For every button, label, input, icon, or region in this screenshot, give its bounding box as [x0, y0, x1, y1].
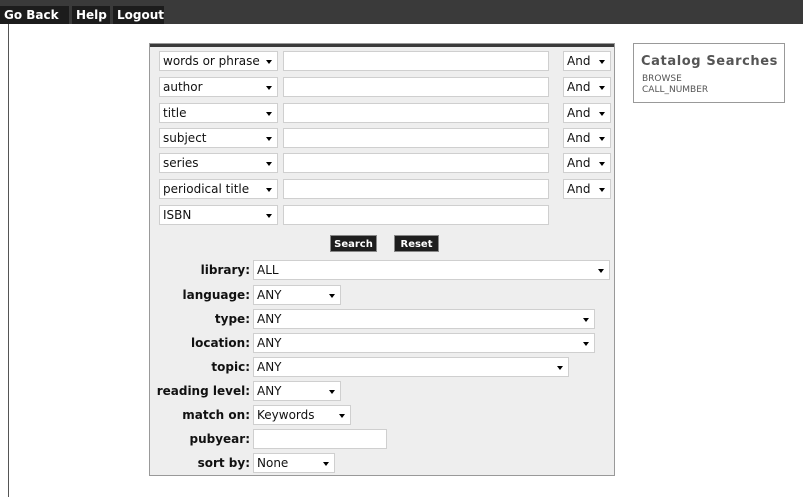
chevron-down-icon [266, 86, 272, 90]
browse-link[interactable]: BROWSE [642, 74, 682, 84]
search-field-value: series [163, 156, 199, 170]
search-form-panel: words or phrase And author And title And… [149, 43, 615, 476]
chevron-down-icon [599, 137, 605, 141]
reading-level-value: ANY [257, 384, 282, 398]
search-field-select-1[interactable]: words or phrase [159, 51, 278, 71]
logout-button[interactable]: Logout [113, 6, 164, 24]
boolean-operator-select-2[interactable]: And [563, 77, 611, 97]
chevron-down-icon [583, 342, 589, 346]
language-select[interactable]: ANY [253, 285, 341, 305]
library-select[interactable]: ALL [253, 260, 610, 280]
search-field-value: subject [163, 131, 207, 145]
help-button[interactable]: Help [72, 6, 110, 24]
match-on-label: match on: [182, 408, 250, 422]
search-field-select-7[interactable]: ISBN [159, 205, 278, 225]
top-nav-bar: Go Back Help Logout [0, 0, 803, 24]
chevron-down-icon [323, 462, 329, 466]
catalog-searches-box: Catalog Searches BROWSE CALL_NUMBER [633, 43, 785, 103]
search-term-input-3[interactable] [283, 103, 549, 123]
boolean-operator-select-3[interactable]: And [563, 103, 611, 123]
type-value: ANY [257, 312, 282, 326]
location-select[interactable]: ANY [253, 333, 595, 353]
topic-select[interactable]: ANY [253, 357, 569, 377]
chevron-down-icon [266, 112, 272, 116]
boolean-operator-value: And [567, 106, 591, 120]
search-field-value: ISBN [163, 208, 192, 222]
search-term-input-1[interactable] [283, 51, 549, 71]
catalog-searches-title: Catalog Searches [641, 54, 778, 69]
library-label: library: [200, 263, 250, 277]
chevron-down-icon [598, 269, 604, 273]
go-back-button[interactable]: Go Back [0, 6, 69, 24]
search-field-value: words or phrase [163, 54, 260, 68]
topic-label: topic: [211, 360, 250, 374]
reading-level-select[interactable]: ANY [253, 381, 341, 401]
pubyear-label: pubyear: [189, 432, 251, 446]
chevron-down-icon [329, 294, 335, 298]
chevron-down-icon [266, 137, 272, 141]
location-value: ANY [257, 336, 282, 350]
sort-by-label: sort by: [197, 456, 250, 470]
left-border-line [8, 24, 9, 497]
search-field-select-5[interactable]: series [159, 153, 278, 173]
search-field-select-6[interactable]: periodical title [159, 179, 278, 199]
match-on-select[interactable]: Keywords [253, 405, 351, 425]
search-field-select-3[interactable]: title [159, 103, 278, 123]
boolean-operator-select-1[interactable]: And [563, 51, 611, 71]
search-term-input-6[interactable] [283, 179, 549, 199]
chevron-down-icon [266, 188, 272, 192]
chevron-down-icon [599, 60, 605, 64]
search-field-value: title [163, 106, 187, 120]
boolean-operator-value: And [567, 54, 591, 68]
search-term-input-4[interactable] [283, 128, 549, 148]
call-number-link[interactable]: CALL_NUMBER [642, 85, 708, 95]
search-button[interactable]: Search [330, 235, 377, 252]
search-term-input-2[interactable] [283, 77, 549, 97]
chevron-down-icon [599, 162, 605, 166]
language-label: language: [182, 288, 250, 302]
chevron-down-icon [599, 112, 605, 116]
sort-by-select[interactable]: None [253, 453, 335, 473]
chevron-down-icon [557, 366, 563, 370]
boolean-operator-select-6[interactable]: And [563, 179, 611, 199]
library-value: ALL [257, 263, 279, 277]
chevron-down-icon [599, 188, 605, 192]
boolean-operator-value: And [567, 182, 591, 196]
boolean-operator-value: And [567, 80, 591, 94]
type-label: type: [214, 312, 250, 326]
search-field-value: periodical title [163, 182, 250, 196]
boolean-operator-select-4[interactable]: And [563, 128, 611, 148]
chevron-down-icon [266, 60, 272, 64]
chevron-down-icon [329, 390, 335, 394]
chevron-down-icon [266, 214, 272, 218]
type-select[interactable]: ANY [253, 309, 595, 329]
search-field-select-2[interactable]: author [159, 77, 278, 97]
search-term-input-7[interactable] [283, 205, 549, 225]
pubyear-input[interactable] [253, 429, 387, 449]
chevron-down-icon [599, 86, 605, 90]
boolean-operator-select-5[interactable]: And [563, 153, 611, 173]
location-label: location: [190, 336, 250, 350]
search-term-input-5[interactable] [283, 153, 549, 173]
chevron-down-icon [339, 414, 345, 418]
boolean-operator-value: And [567, 131, 591, 145]
language-value: ANY [257, 288, 282, 302]
topic-value: ANY [257, 360, 282, 374]
sort-by-value: None [257, 456, 289, 470]
search-field-value: author [163, 80, 203, 94]
chevron-down-icon [266, 162, 272, 166]
boolean-operator-value: And [567, 156, 591, 170]
reset-button[interactable]: Reset [394, 235, 439, 252]
match-on-value: Keywords [257, 408, 315, 422]
search-field-select-4[interactable]: subject [159, 128, 278, 148]
chevron-down-icon [583, 318, 589, 322]
reading-level-label: reading level: [156, 384, 250, 398]
